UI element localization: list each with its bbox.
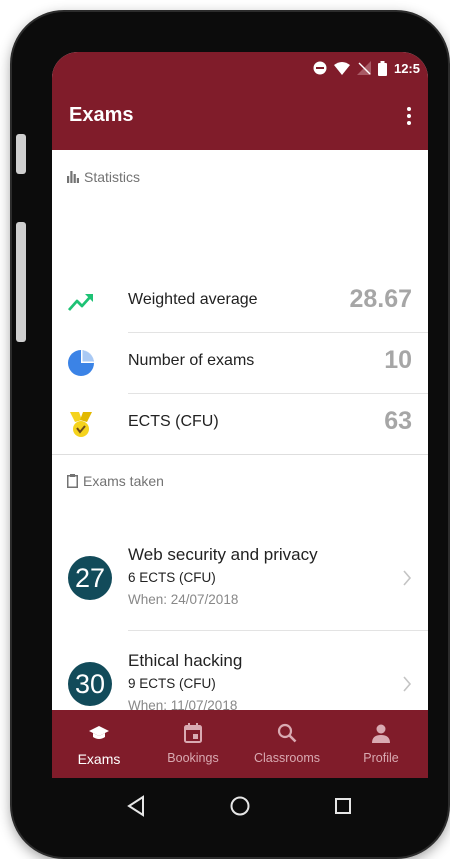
stat-label: Weighted average: [128, 291, 258, 308]
exam-date: When: 24/07/2018: [128, 592, 239, 607]
pie-chart-icon: [68, 350, 94, 376]
exams-taken-header: Exams taken: [67, 473, 164, 489]
no-signal-icon: [356, 61, 371, 75]
bottom-navigation: Exams Bookings Classrooms Profile: [52, 710, 428, 778]
nav-item-classrooms[interactable]: Classrooms: [240, 710, 334, 778]
bar-chart-icon: [67, 171, 79, 183]
clipboard-icon: [67, 474, 78, 488]
phone-side-button: [16, 134, 26, 174]
overflow-menu-icon[interactable]: [404, 104, 414, 128]
do-not-disturb-icon: [313, 61, 327, 75]
grade-badge: 27: [68, 556, 112, 600]
nav-label: Exams: [77, 751, 121, 767]
status-bar: 12:5: [52, 52, 428, 84]
stat-label: Number of exams: [128, 352, 255, 369]
exam-credits: 6 ECTS (CFU): [128, 570, 216, 585]
phone-side-button: [16, 222, 26, 342]
exam-credits: 9 ECTS (CFU): [128, 676, 216, 691]
chevron-right-icon: [403, 676, 412, 692]
stat-row-ects: ECTS (CFU) 63: [52, 394, 428, 454]
recents-icon[interactable]: [332, 795, 354, 817]
system-navigation-bar: [52, 778, 428, 834]
chevron-right-icon: [403, 570, 412, 586]
status-icons: 12:5: [313, 59, 420, 77]
exam-date: When: 11/07/2018: [128, 698, 238, 710]
status-time: 12:5: [393, 60, 420, 76]
nav-item-bookings[interactable]: Bookings: [146, 710, 240, 778]
home-icon[interactable]: [229, 795, 251, 817]
section-divider: [52, 454, 428, 455]
battery-icon: [377, 60, 387, 76]
graduation-cap-icon: [89, 726, 109, 739]
stat-row-weighted-average: Weighted average 28.67: [52, 272, 428, 332]
trending-up-icon: [67, 294, 93, 311]
calendar-icon: [184, 723, 202, 743]
nav-item-exams[interactable]: Exams: [52, 710, 146, 778]
main-content[interactable]: Statistics Weighted average 28.67 Number…: [52, 150, 428, 710]
nav-label: Profile: [363, 751, 399, 765]
stat-label: ECTS (CFU): [128, 413, 219, 430]
nav-label: Classrooms: [254, 751, 320, 765]
nav-item-profile[interactable]: Profile: [334, 710, 428, 778]
exam-list-item[interactable]: 27 Web security and privacy 6 ECTS (CFU)…: [52, 518, 428, 622]
stat-row-number-of-exams: Number of exams 10: [52, 333, 428, 393]
nav-label: Bookings: [167, 751, 219, 765]
exam-name: Ethical hacking: [128, 651, 243, 670]
wifi-icon: [333, 61, 350, 75]
app-screen: 12:5 Exams Statistics Weighted average 2…: [52, 52, 428, 778]
exam-name: Web security and privacy: [128, 545, 318, 564]
stat-value: 63: [384, 407, 412, 435]
stat-value: 10: [384, 346, 412, 374]
exam-list-item[interactable]: 30 Ethical hacking 9 ECTS (CFU) When: 11…: [52, 631, 428, 710]
back-icon[interactable]: [126, 795, 148, 817]
statistics-header-label: Statistics: [84, 169, 141, 185]
person-icon: [372, 724, 390, 743]
medal-icon: [70, 412, 92, 437]
stat-value: 28.67: [349, 285, 412, 313]
grade-badge: 30: [68, 662, 112, 706]
app-bar: Exams: [52, 84, 428, 150]
exams-taken-header-label: Exams taken: [83, 473, 164, 489]
search-icon: [277, 723, 297, 743]
page-title: Exams: [69, 104, 134, 126]
statistics-header: Statistics: [67, 169, 140, 185]
